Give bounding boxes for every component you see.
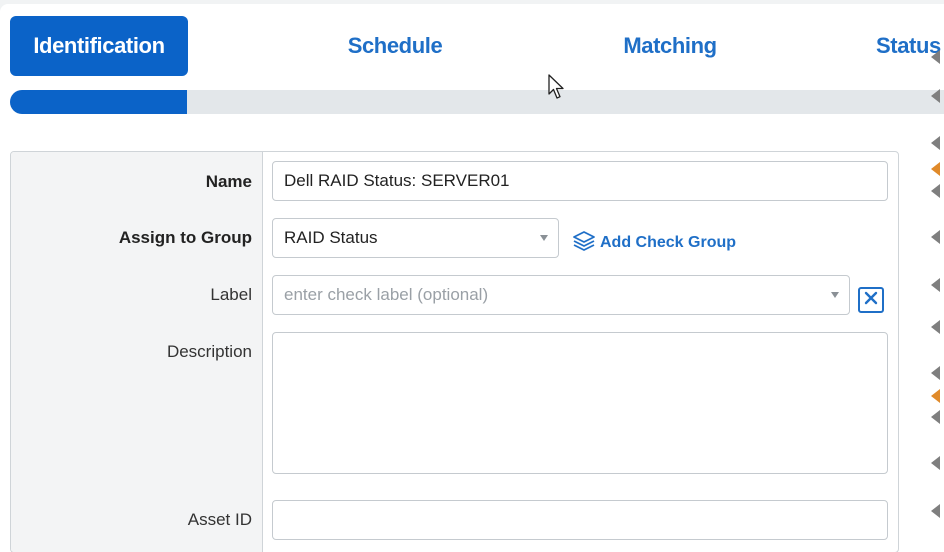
check-label-label: Label: [210, 285, 252, 304]
panel-edge-marker: [931, 389, 940, 403]
check-label-placeholder: enter check label (optional): [284, 285, 489, 304]
panel-edge-marker: [931, 410, 940, 424]
panel-edge-marker: [931, 230, 940, 244]
wizard-progress-bar: [10, 90, 944, 114]
asset-id-label: Asset ID: [187, 510, 252, 529]
panel-edge-marker: [931, 456, 940, 470]
panel-edge-marker: [931, 50, 940, 64]
clear-label-button[interactable]: [858, 287, 884, 313]
panel-edge-marker: [931, 89, 940, 103]
form-label-column: Name Assign to Group Label Description A…: [11, 152, 263, 552]
check-label-select[interactable]: enter check label (optional): [272, 275, 850, 315]
description-label: Description: [166, 342, 252, 361]
add-check-group-label: Add Check Group: [600, 234, 737, 251]
panel-edge-marker: [931, 184, 940, 198]
panel-edge-marker: [931, 162, 940, 176]
side-panel-edge: [931, 44, 944, 544]
add-check-group-link[interactable]: Add Check Group: [572, 230, 737, 257]
chevron-down-icon: [540, 235, 548, 241]
panel-edge-marker: [931, 366, 940, 380]
panel-edge-marker: [931, 504, 940, 518]
description-textarea[interactable]: [272, 332, 888, 474]
group-label: Assign to Group: [118, 228, 252, 247]
group-select[interactable]: RAID Status: [272, 218, 559, 258]
tab-schedule[interactable]: Schedule: [315, 16, 475, 76]
check-editor-panel: Identification Schedule Matching Status …: [0, 4, 944, 552]
panel-edge-marker: [931, 136, 940, 150]
chevron-down-icon: [831, 292, 839, 298]
mouse-pointer-icon: [548, 74, 566, 105]
panel-edge-marker: [931, 278, 940, 292]
asset-id-field[interactable]: [272, 500, 888, 540]
layers-icon: [572, 230, 596, 257]
panel-edge-marker: [931, 320, 940, 334]
close-box-icon: [864, 291, 878, 310]
name-label: Name: [205, 172, 252, 191]
tab-identification[interactable]: Identification: [10, 16, 188, 76]
tab-matching[interactable]: Matching: [590, 16, 750, 76]
name-field[interactable]: Dell RAID Status: SERVER01: [272, 161, 888, 201]
wizard-progress-fill: [10, 90, 188, 114]
group-select-value: RAID Status: [284, 228, 378, 247]
